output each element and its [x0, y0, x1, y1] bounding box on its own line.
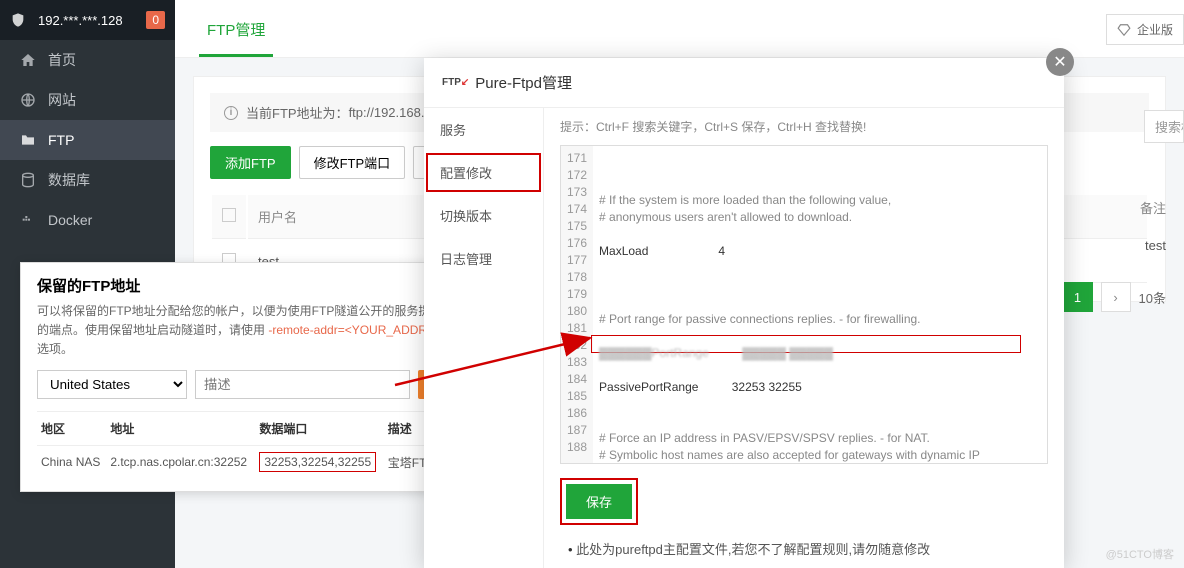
page-size: 10条 — [1139, 288, 1166, 307]
overlay-title: 保留的FTP地址 — [37, 275, 473, 296]
config-editor[interactable]: 1711721731741751761771781791801811821831… — [560, 145, 1048, 464]
addr-prefix: 当前FTP地址为： — [246, 103, 349, 122]
sidebar-item-db[interactable]: 数据库 — [0, 160, 175, 200]
home-icon — [20, 52, 36, 68]
brand-icon: FTP↙ — [442, 77, 469, 88]
checkbox-all[interactable] — [222, 208, 236, 222]
close-icon[interactable]: ✕ — [1046, 48, 1074, 76]
modal-side-log[interactable]: 日志管理 — [424, 237, 543, 280]
tab-bar: FTP管理 — [175, 0, 1184, 58]
sidebar-item-site[interactable]: 网站 — [0, 80, 175, 120]
overlay-desc: 可以将保留的FTP地址分配给您的帐户，以便为使用FTP隧道公开的服务提供稳定的端… — [37, 302, 473, 360]
page-current[interactable]: 1 — [1063, 282, 1093, 312]
addr-value: ftp://192.168.2 — [349, 105, 432, 120]
save-highlight: 保存 — [560, 478, 638, 525]
cell-remark: test — [1145, 238, 1166, 253]
save-button[interactable]: 保存 — [566, 484, 632, 519]
sidebar-item-ftp[interactable]: FTP — [0, 120, 175, 160]
docker-icon — [20, 212, 36, 228]
sidebar-label: 首页 — [48, 50, 76, 70]
notif-badge[interactable]: 0 — [146, 11, 165, 29]
reserved-table: 地区 地址 数据端口 描述 操作 China NAS 2.tcp.nas.cpo… — [37, 411, 473, 479]
sidebar-label: Docker — [48, 212, 92, 228]
globe-icon — [20, 92, 36, 108]
pureftpd-modal: ✕ FTP↙ Pure-Ftpd管理 服务 配置修改 切换版本 日志管理 提示：… — [424, 58, 1064, 568]
editor-hint: 提示：Ctrl+F 搜索关键字，Ctrl+S 保存，Ctrl+H 查找替换! — [544, 108, 1064, 145]
tab-ftp-manage[interactable]: FTP管理 — [199, 5, 273, 57]
diamond-icon — [1117, 23, 1131, 37]
shield-icon — [10, 12, 26, 28]
sidebar-item-docker[interactable]: Docker — [0, 200, 175, 240]
server-ip: 192.***.***.128 — [38, 13, 146, 28]
modify-port-button[interactable]: 修改FTP端口 — [299, 146, 406, 179]
reserved-row: China NAS 2.tcp.nas.cpolar.cn:32252 3225… — [37, 445, 473, 479]
modal-title: FTP↙ Pure-Ftpd管理 — [424, 58, 1064, 108]
sidebar-label: 数据库 — [48, 170, 90, 190]
folder-icon — [20, 132, 36, 148]
region-select[interactable]: United States — [37, 370, 187, 399]
enterprise-badge[interactable]: 企业版 — [1106, 14, 1184, 45]
config-warning: 此处为pureftpd主配置文件,若您不了解配置规则,请勿随意修改 — [544, 539, 1064, 568]
info-icon: i — [224, 106, 238, 120]
modal-side-config[interactable]: 配置修改 — [424, 151, 543, 194]
watermark: @51CTO博客 — [1106, 546, 1174, 562]
sidebar-item-home[interactable]: 首页 — [0, 40, 175, 80]
th-remark: 备注 — [1140, 198, 1166, 217]
sidebar-label: FTP — [48, 132, 74, 148]
sidebar-header: 192.***.***.128 0 — [0, 0, 175, 40]
desc-input[interactable] — [195, 370, 410, 399]
search-input[interactable]: 搜索框 — [1144, 110, 1184, 143]
ports-highlight: 32253,32254,32255 — [259, 452, 376, 472]
database-icon — [20, 172, 36, 188]
reserved-ftp-panel: 参考教程 保留的FTP地址 可以将保留的FTP地址分配给您的帐户，以便为使用FT… — [20, 262, 490, 492]
th-region: 地区 — [37, 411, 106, 445]
th-dport: 数据端口 — [255, 411, 383, 445]
sidebar-label: 网站 — [48, 90, 76, 110]
modal-side-version[interactable]: 切换版本 — [424, 194, 543, 237]
page-next[interactable]: › — [1101, 282, 1131, 312]
add-ftp-button[interactable]: 添加FTP — [210, 146, 291, 179]
th-addr: 地址 — [106, 411, 255, 445]
modal-side-service[interactable]: 服务 — [424, 108, 543, 151]
modal-sidebar: 服务 配置修改 切换版本 日志管理 — [424, 108, 544, 568]
